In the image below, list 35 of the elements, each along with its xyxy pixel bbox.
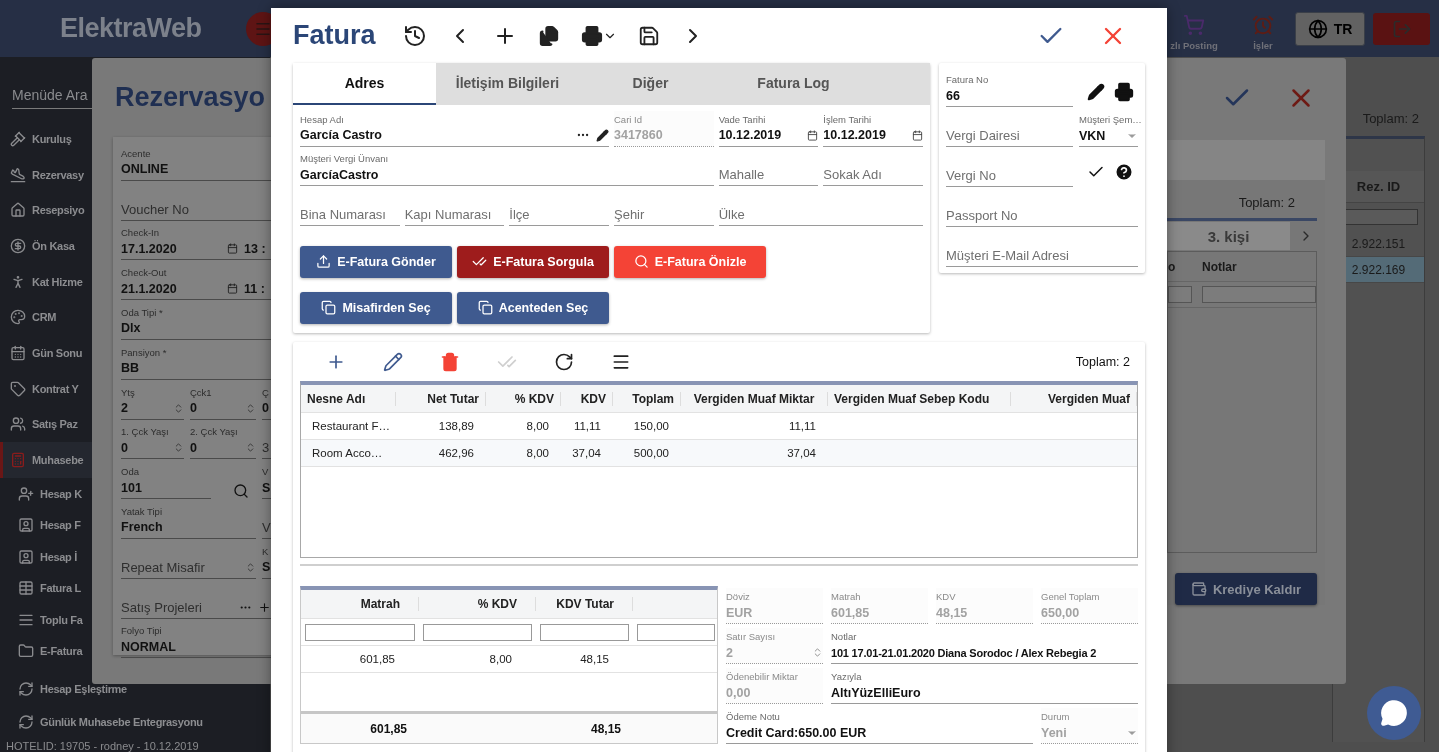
hotel-info: HOTELID: 19705 - rodney - 10.12.2019 <box>6 740 199 752</box>
table-cell-text: 601,85 <box>358 653 396 665</box>
table-cell-text: 8,00 <box>488 653 513 665</box>
total-cell-text: 48,15 <box>589 721 622 736</box>
column-header: % KDV <box>486 391 561 406</box>
table-cell-text: 500,00 <box>632 447 670 459</box>
column-header: Vergiden Muaf <box>1011 391 1137 406</box>
table-cell-text: 11,11 <box>787 420 817 432</box>
column-header: Toplam <box>613 391 681 406</box>
table-cell-text: 37,04 <box>571 447 602 459</box>
column-header: % KDV <box>419 597 536 611</box>
column-header: Vergiden Muaf Sebep Kodu <box>828 391 1011 406</box>
table-cell-text: 462,96 <box>437 447 475 459</box>
column-header: KDV Tutar <box>536 597 633 611</box>
table-cell-text: 150,00 <box>632 420 670 432</box>
table-cell-text: 11,11 <box>572 420 602 432</box>
table-cell-text: 37,04 <box>786 447 817 459</box>
total-count: Toplam: 2 <box>1075 354 1131 369</box>
column-header: Vergiden Muaf Miktar <box>681 391 828 406</box>
total-cell-text: 601,85 <box>369 721 408 736</box>
column-header: o <box>1168 259 1177 274</box>
dialog-title: Fatura <box>293 20 376 51</box>
table-cell-text: 138,89 <box>437 420 475 432</box>
column-header: Notlar <box>1202 259 1238 274</box>
column-header: Matrah <box>301 597 419 611</box>
logo-text: ElektraWeb <box>60 13 202 44</box>
column-header: KDV <box>561 391 613 406</box>
column-header: Net Tutar <box>396 391 486 406</box>
dialog-title: Rezervasyo <box>115 82 266 113</box>
table-cell-text: 8,00 <box>525 420 550 432</box>
table-cell-text: 48,15 <box>579 653 610 665</box>
table-cell-text: Room Acco… <box>311 447 384 459</box>
table-cell-text: Restaurant F… <box>311 420 391 432</box>
table-cell-text: 8,00 <box>525 447 550 459</box>
column-header: Nesne Adı <box>301 391 396 406</box>
